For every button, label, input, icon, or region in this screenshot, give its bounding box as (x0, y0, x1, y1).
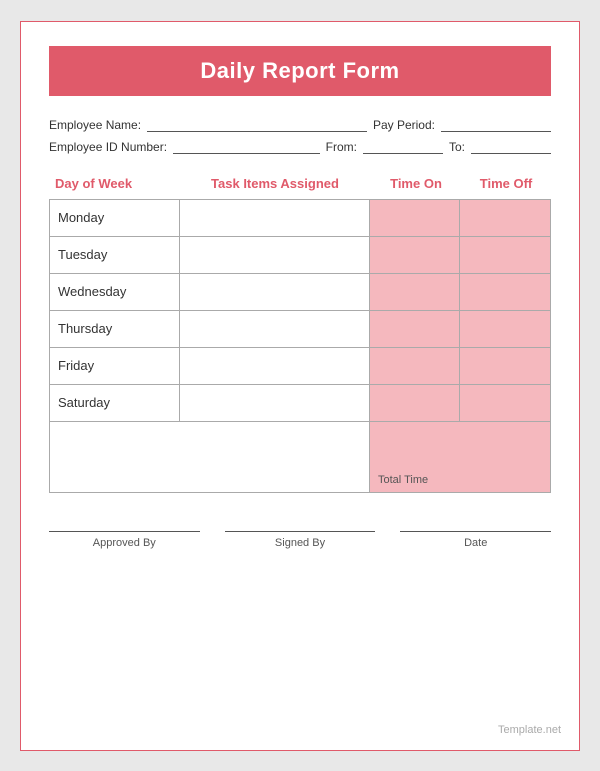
employee-name-label: Employee Name: (49, 118, 141, 132)
date-block: Date (400, 531, 551, 549)
task-wednesday[interactable] (180, 274, 370, 310)
col-day-header: Day of Week (49, 172, 179, 195)
time-off-wednesday[interactable] (460, 274, 550, 310)
pay-period-label: Pay Period: (373, 118, 435, 132)
col-task-header: Task Items Assigned (179, 172, 371, 195)
report-form: Daily Report Form Employee Name: Pay Per… (20, 21, 580, 751)
form-title: Daily Report Form (49, 46, 551, 96)
time-on-saturday[interactable] (370, 385, 460, 421)
approved-by-block: Approved By (49, 531, 200, 549)
employee-name-input[interactable] (147, 118, 367, 132)
time-on-monday[interactable] (370, 200, 460, 236)
total-section: Total Time (49, 422, 551, 493)
to-input[interactable] (471, 140, 551, 154)
time-on-tuesday[interactable] (370, 237, 460, 273)
employee-name-row: Employee Name: Pay Period: (49, 118, 551, 132)
signed-by-block: Signed By (225, 531, 376, 549)
task-friday[interactable] (180, 348, 370, 384)
day-thursday: Thursday (50, 311, 180, 347)
date-label: Date (400, 537, 551, 549)
col-time-on-header: Time On (371, 172, 461, 195)
task-saturday[interactable] (180, 385, 370, 421)
table-row: Monday (50, 200, 550, 237)
task-thursday[interactable] (180, 311, 370, 347)
table-row: Friday (50, 348, 550, 385)
date-line (400, 531, 551, 532)
to-label: To: (449, 140, 465, 154)
pay-period-input[interactable] (441, 118, 551, 132)
from-input[interactable] (363, 140, 443, 154)
time-off-saturday[interactable] (460, 385, 550, 421)
day-friday: Friday (50, 348, 180, 384)
employee-id-label: Employee ID Number: (49, 140, 167, 154)
time-on-wednesday[interactable] (370, 274, 460, 310)
total-empty-left (50, 422, 370, 492)
approved-by-label: Approved By (49, 537, 200, 549)
table-row: Tuesday (50, 237, 550, 274)
schedule-table: Day of Week Task Items Assigned Time On … (49, 172, 551, 493)
table-body: Monday Tuesday Wednesday Thursda (49, 199, 551, 422)
signed-by-label: Signed By (225, 537, 376, 549)
watermark: Template.net (498, 724, 561, 736)
total-time-label: Total Time (378, 474, 542, 486)
time-on-friday[interactable] (370, 348, 460, 384)
signed-by-line (225, 531, 376, 532)
employee-id-input[interactable] (173, 140, 320, 154)
table-header: Day of Week Task Items Assigned Time On … (49, 172, 551, 195)
employee-id-row: Employee ID Number: From: To: (49, 140, 551, 154)
day-wednesday: Wednesday (50, 274, 180, 310)
total-time-block: Total Time (370, 422, 550, 492)
table-row: Thursday (50, 311, 550, 348)
time-off-friday[interactable] (460, 348, 550, 384)
table-row: Saturday (50, 385, 550, 421)
table-row: Wednesday (50, 274, 550, 311)
col-time-off-header: Time Off (461, 172, 551, 195)
approved-by-line (49, 531, 200, 532)
time-off-monday[interactable] (460, 200, 550, 236)
day-monday: Monday (50, 200, 180, 236)
task-monday[interactable] (180, 200, 370, 236)
time-off-thursday[interactable] (460, 311, 550, 347)
total-row: Total Time (50, 422, 550, 492)
employee-fields: Employee Name: Pay Period: Employee ID N… (49, 118, 551, 154)
day-tuesday: Tuesday (50, 237, 180, 273)
day-saturday: Saturday (50, 385, 180, 421)
task-tuesday[interactable] (180, 237, 370, 273)
signatures-section: Approved By Signed By Date (49, 523, 551, 549)
time-on-thursday[interactable] (370, 311, 460, 347)
time-off-tuesday[interactable] (460, 237, 550, 273)
from-label: From: (326, 140, 357, 154)
